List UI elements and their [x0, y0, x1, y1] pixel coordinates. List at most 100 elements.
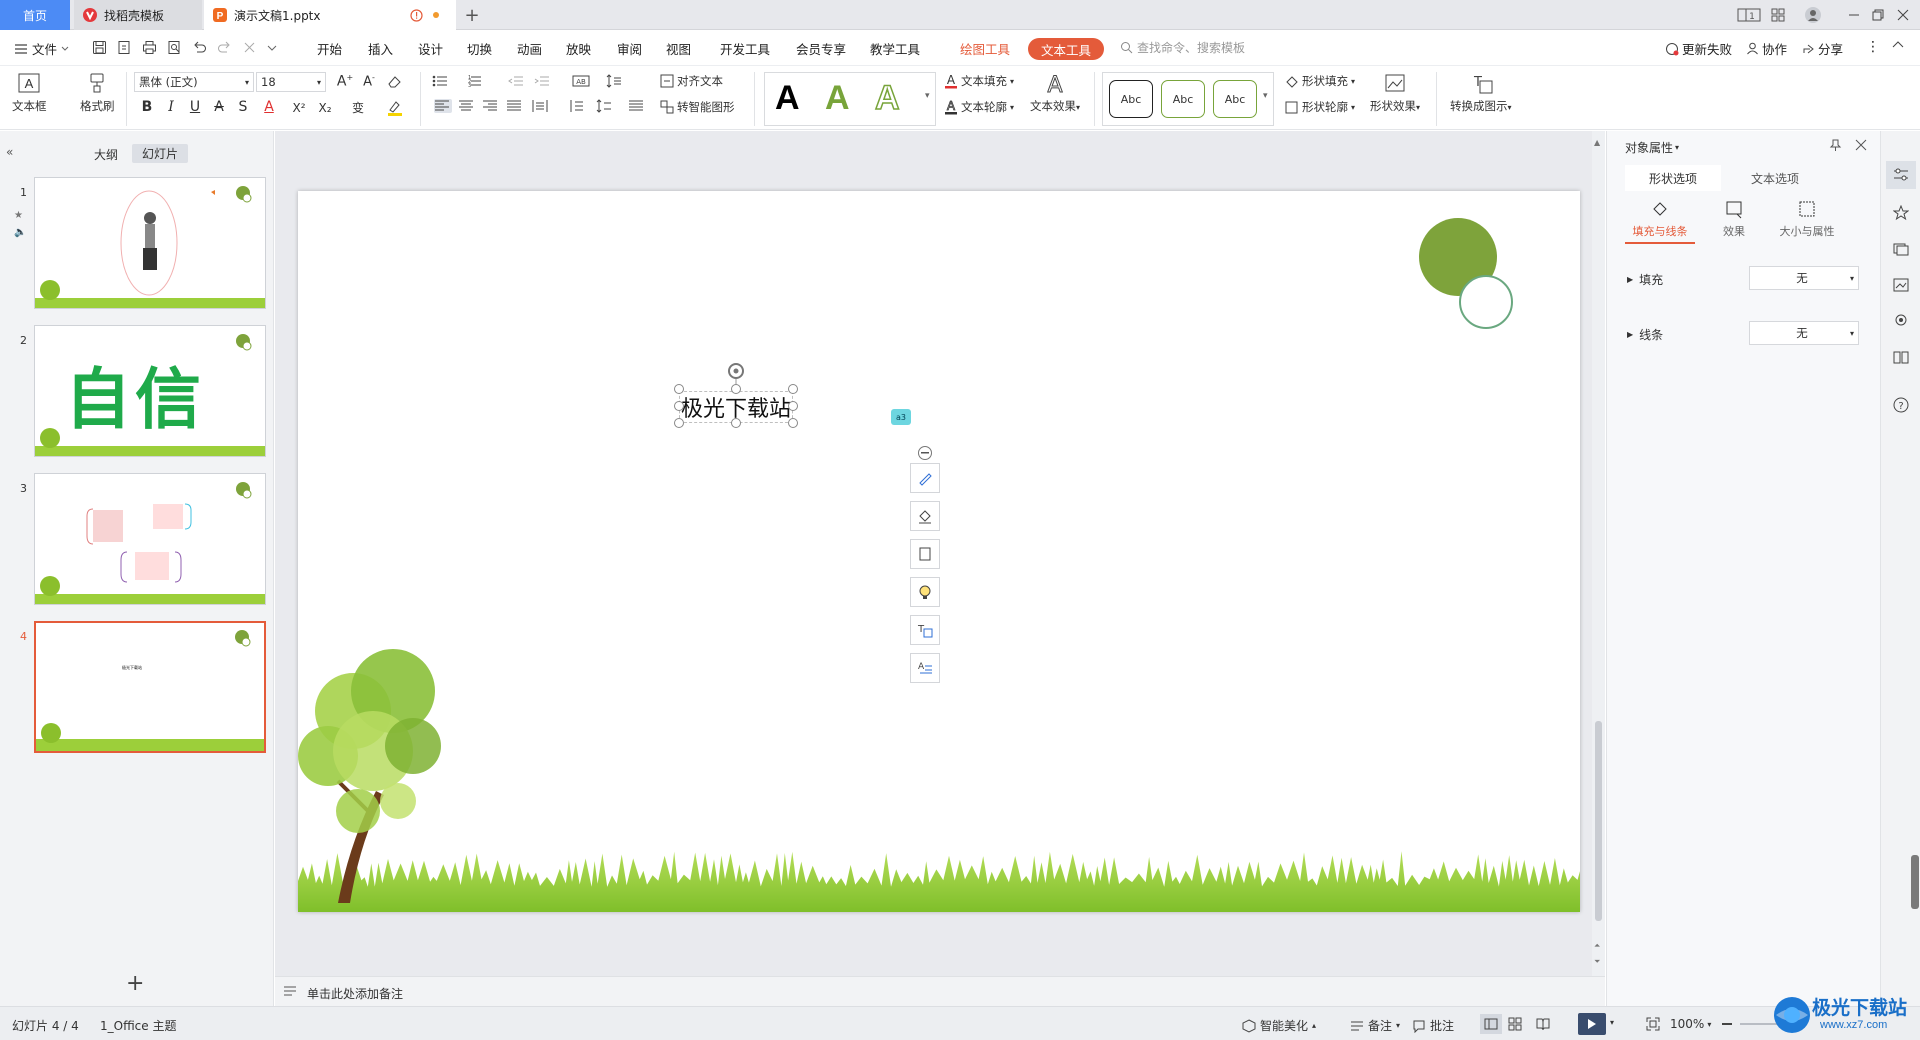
zoom-select[interactable]: 100% ▾: [1670, 1017, 1711, 1031]
distribute-icon[interactable]: [532, 99, 550, 113]
layout-mode-button[interactable]: 1: [1736, 5, 1762, 25]
menu-drawing-tool[interactable]: 绘图工具: [960, 39, 1010, 58]
menu-item[interactable]: 设计: [418, 39, 443, 58]
side-drag-handle[interactable]: [1911, 855, 1919, 909]
numbered-list-icon[interactable]: 123: [466, 74, 484, 88]
subtab-fill-line[interactable]: 填充与线条: [1625, 199, 1695, 244]
customize-toolbar-icon[interactable]: [267, 43, 277, 53]
wordart-style-green[interactable]: A: [825, 79, 850, 118]
subscript-button[interactable]: X₂: [316, 101, 334, 115]
text-fill-button[interactable]: A 文本填充 ▾: [944, 73, 1014, 89]
menu-item[interactable]: 教学工具: [870, 39, 920, 58]
shape-fill-button[interactable]: 形状填充 ▾: [1284, 73, 1355, 89]
wordart-style-black[interactable]: A: [775, 79, 800, 118]
collapse-ribbon-icon[interactable]: [1892, 39, 1904, 49]
more-options-icon[interactable]: ⋮: [1866, 39, 1880, 55]
phonetic-guide-icon[interactable]: 变: [350, 99, 368, 115]
scroll-up-icon[interactable]: ▲: [1594, 138, 1600, 147]
shape-style-dark[interactable]: Abc: [1109, 80, 1153, 118]
print-icon[interactable]: [142, 40, 157, 55]
text-outline-button[interactable]: A 文本轮廓 ▾: [944, 99, 1014, 115]
shape-effect-button[interactable]: 形状效果▾: [1370, 72, 1420, 114]
shape-style-green[interactable]: Abc: [1161, 80, 1205, 118]
fill-section-toggle[interactable]: ▶ 填充: [1627, 271, 1663, 288]
play-options-icon[interactable]: ▾: [1610, 1018, 1614, 1027]
format-painter-button[interactable]: 格式刷: [80, 72, 115, 114]
image-tool-icon[interactable]: [1893, 277, 1909, 293]
export-pdf-icon[interactable]: [117, 40, 132, 55]
undo-icon[interactable]: [192, 40, 207, 55]
comments-button[interactable]: 批注: [1412, 1017, 1454, 1034]
tab-template[interactable]: 找稻壳模板: [74, 0, 202, 30]
fill-bucket-icon[interactable]: [910, 501, 940, 531]
minimize-icon[interactable]: [1844, 5, 1864, 25]
add-slide-button[interactable]: +: [126, 971, 144, 996]
text-direction-icon[interactable]: AB: [572, 74, 590, 88]
file-menu[interactable]: 文件: [14, 39, 69, 58]
line-select[interactable]: 无 ▾: [1749, 321, 1859, 345]
tab-home[interactable]: 首页: [0, 0, 70, 30]
menu-item[interactable]: 切换: [467, 39, 492, 58]
tab-shape-options[interactable]: 形状选项: [1625, 165, 1721, 191]
text-columns-icon[interactable]: [628, 99, 646, 113]
line-spacing-icon[interactable]: [606, 74, 624, 88]
shape-outline-button[interactable]: 形状轮廓 ▾: [1284, 99, 1355, 115]
close-icon[interactable]: [1893, 5, 1913, 25]
align-text-button[interactable]: 对齐文本: [660, 73, 723, 89]
prev-slide-icon[interactable]: ⏶: [1594, 941, 1600, 951]
tab-document[interactable]: P 演示文稿1.pptx: [204, 0, 456, 30]
convert-diagram-button[interactable]: T 转换成图示▾: [1450, 72, 1512, 114]
bullet-list-icon[interactable]: [432, 74, 450, 88]
align-right-icon[interactable]: [482, 99, 500, 113]
shape-style-light[interactable]: Abc: [1213, 80, 1257, 118]
text-effect-button[interactable]: A 文本效果▾: [1030, 72, 1080, 114]
pane-title[interactable]: 对象属性 ▾: [1625, 139, 1679, 156]
textbox-button[interactable]: A 文本框: [12, 72, 47, 114]
print-preview-icon[interactable]: [167, 40, 182, 55]
pin-icon[interactable]: [1829, 139, 1842, 152]
scrollbar-thumb[interactable]: [1595, 721, 1602, 921]
slide-thumbnail-4[interactable]: 极光下载站: [34, 621, 266, 753]
tab-outline[interactable]: 大纲: [94, 146, 118, 163]
notes-toggle-button[interactable]: 备注 ▾: [1350, 1017, 1400, 1034]
superscript-button[interactable]: X²: [290, 101, 308, 115]
decrease-font-icon[interactable]: A-: [360, 73, 378, 89]
reading-view-icon[interactable]: [1536, 1017, 1550, 1031]
collapse-panel-icon[interactable]: «: [6, 145, 13, 159]
slide-canvas[interactable]: 极光下载站 a3 T A: [298, 191, 1580, 912]
menu-item[interactable]: 审阅: [617, 39, 642, 58]
slide-thumbnail-2[interactable]: 自信: [34, 325, 266, 457]
justify-icon[interactable]: [506, 99, 524, 113]
menu-item[interactable]: 放映: [566, 39, 591, 58]
line-section-toggle[interactable]: ▶ 线条: [1627, 326, 1663, 343]
update-status-button[interactable]: 更新失败: [1665, 39, 1732, 58]
slide-sorter-icon[interactable]: [1508, 1017, 1522, 1031]
next-slide-icon[interactable]: ⏷: [1594, 957, 1600, 967]
font-size-select[interactable]: 18 ▾: [256, 72, 326, 92]
outline-frame-icon[interactable]: [910, 539, 940, 569]
highlight-icon[interactable]: [386, 99, 404, 117]
book-icon[interactable]: [1893, 349, 1909, 365]
smart-beautify-button[interactable]: 智能美化 ▴: [1242, 1017, 1316, 1034]
theme-name[interactable]: 1_Office 主题: [100, 1017, 176, 1034]
menu-item[interactable]: 开发工具: [720, 39, 770, 58]
share-button[interactable]: 分享: [1802, 39, 1843, 58]
text-style-icon[interactable]: A: [910, 653, 940, 683]
slides-icon[interactable]: [1893, 241, 1909, 257]
fit-window-icon[interactable]: [1646, 1017, 1660, 1031]
eraser-icon[interactable]: [386, 74, 404, 90]
properties-icon[interactable]: [1886, 161, 1916, 189]
redo-icon[interactable]: [217, 40, 232, 55]
text-shadow-button[interactable]: S: [234, 99, 252, 115]
paragraph-spacing-icon[interactable]: [568, 99, 586, 113]
help-icon[interactable]: ?: [1893, 397, 1909, 413]
text-convert-icon[interactable]: T: [910, 615, 940, 645]
subtab-size[interactable]: 大小与属性: [1767, 199, 1847, 239]
command-search[interactable]: 查找命令、搜索模板: [1120, 39, 1245, 56]
collaborate-button[interactable]: 协作: [1746, 39, 1787, 58]
tab-text-options[interactable]: 文本选项: [1727, 165, 1823, 191]
menu-item[interactable]: 插入: [368, 39, 393, 58]
menu-text-tool[interactable]: 文本工具: [1028, 38, 1104, 60]
menu-item[interactable]: 开始: [317, 39, 342, 58]
close-pane-icon[interactable]: [1855, 139, 1867, 151]
